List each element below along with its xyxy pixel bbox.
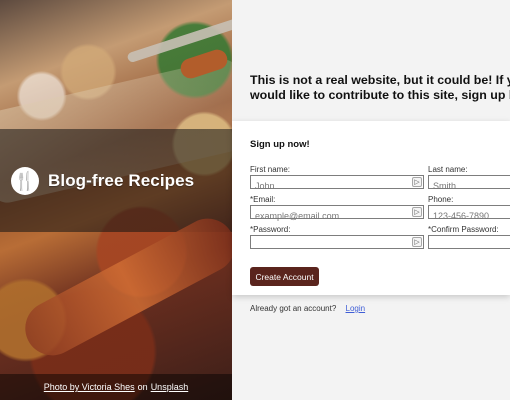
phone-field — [428, 205, 510, 222]
skewer-handle — [178, 47, 230, 81]
last-name-label: Last name: — [428, 165, 468, 174]
email-field: ▷ — [250, 205, 424, 222]
signup-pitch: This is not a real website, but it could… — [250, 73, 510, 103]
login-link[interactable]: Login — [346, 304, 366, 313]
photo-credit-link[interactable]: Photo by Victoria Shes — [44, 382, 135, 392]
signup-form-card: Sign up now! First name: ▷ Last name: *E… — [232, 121, 510, 295]
email-input[interactable] — [251, 210, 423, 222]
password-label: *Password: — [250, 225, 291, 234]
phone-label: Phone: — [428, 195, 454, 204]
create-account-button[interactable]: Create Account — [250, 267, 319, 286]
pitch-line-1: This is not a real website, but it could… — [250, 73, 510, 87]
password-field: ▷ — [250, 235, 424, 252]
login-prompt-text: Already got an account? — [250, 304, 337, 313]
login-prompt: Already got an account? Login — [250, 304, 365, 313]
fork-knife-icon: 🍴 — [11, 167, 39, 195]
unsplash-link[interactable]: Unsplash — [151, 382, 189, 392]
last-name-input[interactable] — [429, 180, 510, 192]
autofill-icon[interactable]: ▷ — [412, 177, 422, 187]
confirm-password-label: *Confirm Password: — [428, 225, 499, 234]
autofill-icon[interactable]: ▷ — [412, 237, 422, 247]
autofill-icon[interactable]: ▷ — [412, 207, 422, 217]
email-label: *Email: — [250, 195, 276, 204]
last-name-field — [428, 175, 510, 192]
confirm-password-input[interactable] — [429, 240, 510, 252]
brand-title: Blog-free Recipes — [48, 171, 195, 190]
pitch-line-2: would like to contribute to this site, s… — [250, 88, 510, 102]
hero-food-photo: 🍴 Blog-free Recipes Photo by Victoria Sh… — [0, 0, 232, 400]
photo-credit-on: on — [137, 382, 148, 392]
signup-heading: Sign up now! — [250, 139, 310, 150]
first-name-input[interactable] — [251, 180, 423, 192]
photo-credit: Photo by Victoria Shes on Unsplash — [0, 374, 232, 400]
first-name-label: First name: — [250, 165, 291, 174]
confirm-password-field — [428, 235, 510, 252]
signup-panel: This is not a real website, but it could… — [232, 0, 510, 400]
phone-input[interactable] — [429, 210, 510, 222]
first-name-field: ▷ — [250, 175, 424, 192]
password-input[interactable] — [251, 240, 423, 252]
